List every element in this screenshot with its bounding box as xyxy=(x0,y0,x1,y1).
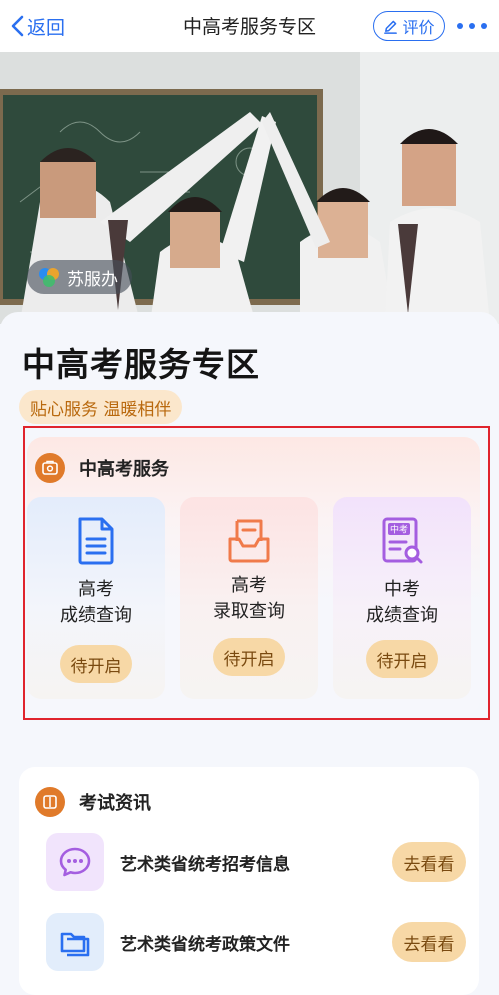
sufuban-logo-text: 苏服办 xyxy=(67,269,118,290)
rate-button[interactable]: 评价 xyxy=(373,11,445,41)
envelope-icon xyxy=(180,515,318,567)
sufuban-logo: 苏服办 xyxy=(27,260,132,294)
more-options-button[interactable] xyxy=(457,15,487,37)
status-pending-button[interactable]: 待开启 xyxy=(60,645,132,683)
news-item-art-exam-policy[interactable]: 艺术类省统考政策文件 去看看 xyxy=(46,912,466,972)
main-content: 中高考服务专区 贴心服务 温暖相伴 中高考服务 高考 成绩查询 待开启 高考 录… xyxy=(0,312,499,995)
slogan-badge: 贴心服务 温暖相伴 xyxy=(19,390,183,424)
exam-search-icon: 中考 xyxy=(333,515,471,567)
rate-label: 评价 xyxy=(402,18,435,37)
tile-label: 高考 成绩查询 xyxy=(60,579,132,626)
more-dot-icon xyxy=(469,23,475,29)
page-title: 中高考服务专区 xyxy=(22,345,260,384)
tile-zhongkao-score-query[interactable]: 中考 中考 成绩查询 待开启 xyxy=(333,497,471,699)
document-icon xyxy=(27,515,165,567)
chat-bubble-icon xyxy=(46,833,104,891)
more-dot-icon xyxy=(457,23,463,29)
exam-news-card: 考试资讯 艺术类省统考招考信息 去看看 艺术类省统考政策文件 去看看 xyxy=(19,767,479,995)
sufuban-logo-icon xyxy=(39,268,59,287)
service-section-icon xyxy=(35,453,65,483)
exam-services-card: 中高考服务 高考 成绩查询 待开启 高考 录取查询 待开启 中考 中考 成绩查询… xyxy=(27,437,480,715)
svg-text:中考: 中考 xyxy=(390,524,408,536)
top-nav-bar: 返回 中高考服务专区 评价 xyxy=(0,0,499,52)
tile-label: 中考 成绩查询 xyxy=(366,579,438,626)
news-section-header: 考试资讯 xyxy=(35,787,151,817)
back-button[interactable]: 返回 xyxy=(10,10,65,42)
book-icon xyxy=(35,787,65,817)
pencil-icon xyxy=(384,20,398,34)
tile-gaokao-score-query[interactable]: 高考 成绩查询 待开启 xyxy=(27,497,165,699)
chevron-left-icon xyxy=(11,15,24,37)
status-pending-button[interactable]: 待开启 xyxy=(366,640,438,678)
back-label: 返回 xyxy=(27,16,66,39)
news-item-title: 艺术类省统考招考信息 xyxy=(120,854,290,875)
services-section-header: 中高考服务 xyxy=(35,453,169,483)
news-section-title: 考试资讯 xyxy=(79,793,151,814)
news-item-art-exam-info[interactable]: 艺术类省统考招考信息 去看看 xyxy=(46,832,466,892)
status-pending-button[interactable]: 待开启 xyxy=(213,638,285,676)
services-section-title: 中高考服务 xyxy=(79,459,169,480)
news-item-title: 艺术类省统考政策文件 xyxy=(120,934,290,955)
folder-icon xyxy=(46,913,104,971)
more-dot-icon xyxy=(481,23,487,29)
tile-label: 高考 录取查询 xyxy=(213,575,285,622)
tile-gaokao-admission-query[interactable]: 高考 录取查询 待开启 xyxy=(180,497,318,699)
hero-banner: 苏服办 xyxy=(0,52,499,324)
view-button[interactable]: 去看看 xyxy=(392,842,466,882)
view-button[interactable]: 去看看 xyxy=(392,922,466,962)
